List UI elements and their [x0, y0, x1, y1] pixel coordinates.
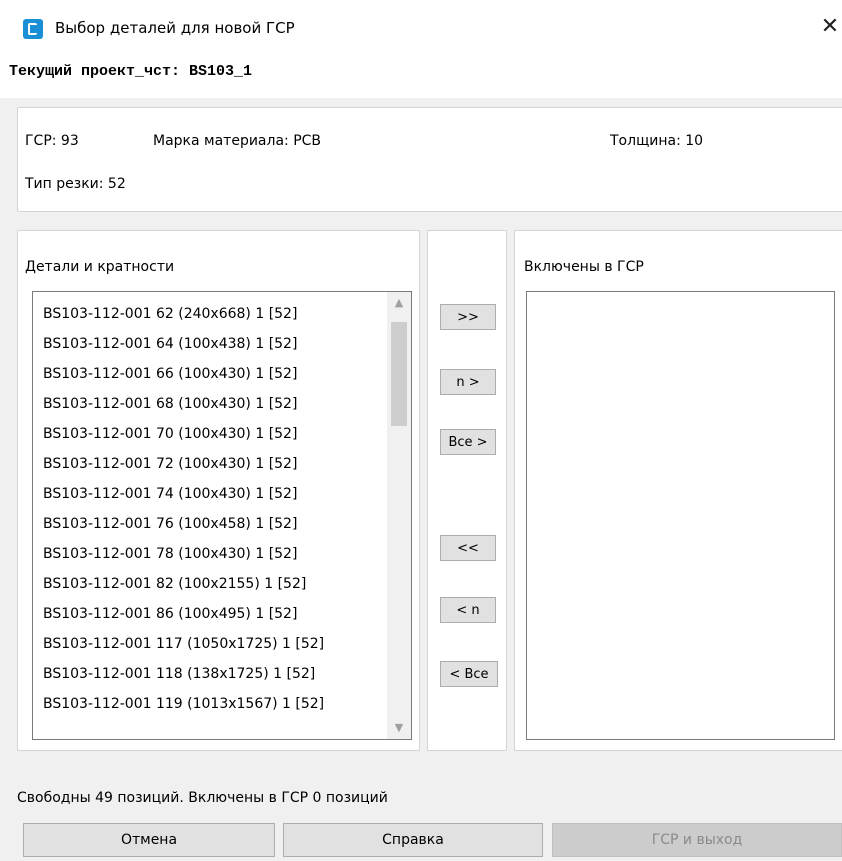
included-list[interactable] [526, 291, 835, 740]
current-project-label: Текущий проект_чст: BS103_1 [9, 63, 253, 80]
scroll-thumb[interactable] [391, 322, 407, 426]
help-button[interactable]: Справка [283, 823, 543, 857]
list-item[interactable]: BS103-112-001 72 (100x430) 1 [52] [43, 449, 324, 479]
move-all-right-button[interactable]: Все > [440, 429, 496, 455]
cancel-button[interactable]: Отмена [23, 823, 275, 857]
details-list[interactable]: BS103-112-001 62 (240x668) 1 [52] BS103-1… [32, 291, 412, 740]
list-item[interactable]: BS103-112-001 64 (100x438) 1 [52] [43, 329, 324, 359]
list-item[interactable]: BS103-112-001 62 (240x668) 1 [52] [43, 299, 324, 329]
list-item[interactable]: BS103-112-001 68 (100x430) 1 [52] [43, 389, 324, 419]
cut-type: Тип резки: 52 [25, 176, 126, 192]
window-title: Выбор деталей для новой ГСР [55, 19, 295, 37]
transfer-panel: >> n > Все > << < n < Все [427, 230, 507, 751]
list-item[interactable]: BS103-112-001 70 (100x430) 1 [52] [43, 419, 324, 449]
move-n-right-button[interactable]: n > [440, 369, 496, 395]
details-panel: Детали и кратности BS103-112-001 62 (240… [17, 230, 420, 751]
scroll-down-icon[interactable]: ▼ [387, 717, 411, 739]
thickness: Толщина: 10 [610, 133, 704, 149]
gsr-number: ГСР: 93 [25, 133, 79, 149]
close-icon[interactable]: ✕ [815, 12, 842, 42]
list-item[interactable]: BS103-112-001 76 (100x458) 1 [52] [43, 509, 324, 539]
project-bar: Текущий проект_чст: BS103_1 [0, 52, 842, 98]
list-item[interactable]: BS103-112-001 118 (138x1725) 1 [52] [43, 659, 324, 689]
list-item[interactable]: BS103-112-001 86 (100x495) 1 [52] [43, 599, 324, 629]
list-item[interactable]: BS103-112-001 119 (1013x1567) 1 [52] [43, 689, 324, 719]
included-title: Включены в ГСР [524, 259, 644, 275]
material-grade: Марка материала: PCB [153, 133, 322, 149]
gsr-exit-button[interactable]: ГСР и выход [552, 823, 842, 857]
move-n-left-button[interactable]: < n [440, 597, 496, 623]
title-bar: Выбор деталей для новой ГСР ✕ [0, 0, 842, 52]
list-item[interactable]: BS103-112-001 74 (100x430) 1 [52] [43, 479, 324, 509]
list-item[interactable]: BS103-112-001 82 (100x2155) 1 [52] [43, 569, 324, 599]
scroll-up-icon[interactable]: ▲ [387, 292, 411, 314]
list-item[interactable]: BS103-112-001 117 (1050x1725) 1 [52] [43, 629, 324, 659]
details-title: Детали и кратности [25, 259, 175, 275]
status-text: Свободны 49 позиций. Включены в ГСР 0 по… [17, 790, 388, 806]
app-logo-icon [23, 19, 43, 39]
list-item[interactable]: BS103-112-001 66 (100x430) 1 [52] [43, 359, 324, 389]
info-panel: ГСР: 93 Марка материала: PCB Толщина: 10… [17, 107, 842, 212]
move-left-button[interactable]: << [440, 535, 496, 561]
details-scrollbar[interactable]: ▲ ▼ [387, 292, 411, 739]
included-panel: Включены в ГСР [514, 230, 842, 751]
move-right-button[interactable]: >> [440, 304, 496, 330]
move-all-left-button[interactable]: < Все [440, 661, 498, 687]
details-items: BS103-112-001 62 (240x668) 1 [52] BS103-1… [43, 299, 324, 719]
list-item[interactable]: BS103-112-001 78 (100x430) 1 [52] [43, 539, 324, 569]
dialog-window: Выбор деталей для новой ГСР ✕ Текущий пр… [0, 0, 842, 861]
